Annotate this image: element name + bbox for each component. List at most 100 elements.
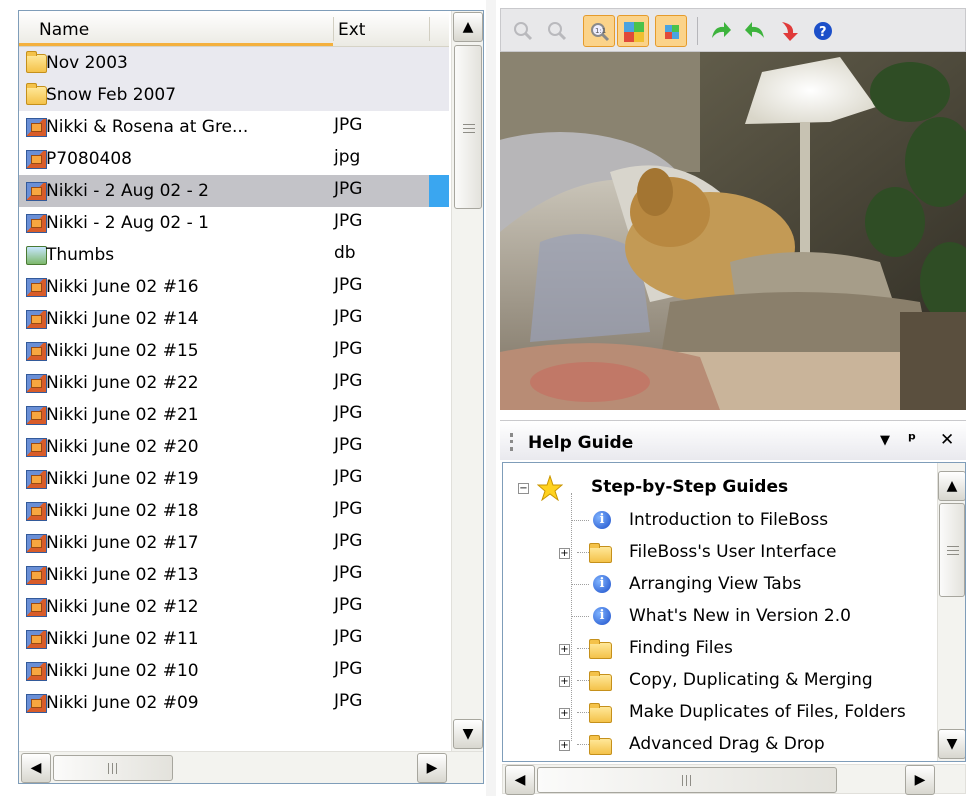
back-button[interactable]: [739, 15, 771, 47]
best-fit-button[interactable]: [655, 15, 687, 47]
list-item[interactable]: Nikki June 02 #10 JPG: [19, 655, 449, 687]
list-item[interactable]: Nikki June 02 #20 JPG: [19, 431, 449, 463]
expand-icon[interactable]: +: [559, 740, 570, 751]
file-name: Nikki June 02 #09: [46, 693, 199, 713]
help-horizontal-scrollbar[interactable]: ◀ ▶: [502, 764, 966, 795]
list-item[interactable]: Thumbs db: [19, 239, 449, 271]
file-ext: jpg: [334, 147, 361, 167]
file-name: Nikki June 02 #14: [46, 309, 199, 329]
panel-menu-dropdown-icon[interactable]: ▼: [880, 433, 890, 448]
list-item[interactable]: Nikki June 02 #13 JPG: [19, 559, 449, 591]
scroll-left-button[interactable]: ◀: [21, 753, 51, 783]
collapse-icon[interactable]: −: [518, 483, 529, 494]
tree-item[interactable]: + FileBoss's User Interface: [503, 541, 933, 569]
jpg-file-icon: [26, 342, 47, 361]
folder-icon: [26, 51, 47, 73]
redo-icon: [782, 22, 798, 41]
grip-line: [112, 763, 113, 774]
expand-icon[interactable]: +: [559, 548, 570, 559]
tree-item[interactable]: i Introduction to FileBoss: [503, 509, 933, 537]
file-name: Nikki June 02 #16: [46, 277, 199, 297]
forward-button[interactable]: [705, 15, 737, 47]
actual-size-button[interactable]: 1:1: [583, 15, 615, 47]
scroll-right-button[interactable]: ▶: [417, 753, 447, 783]
scroll-thumb[interactable]: [939, 503, 965, 597]
scroll-down-button[interactable]: ▼: [453, 719, 483, 749]
tree-item[interactable]: + Finding Files: [503, 637, 933, 665]
drag-grip[interactable]: [510, 433, 516, 451]
list-item-selected[interactable]: Nikki - 2 Aug 02 - 2 JPG: [19, 175, 449, 207]
scroll-down-button[interactable]: ▼: [938, 729, 965, 759]
list-item[interactable]: Nikki June 02 #18 JPG: [19, 495, 449, 527]
grip-line: [682, 775, 683, 786]
pin-icon[interactable]: ᵖ: [908, 430, 916, 450]
file-ext: JPG: [334, 403, 363, 423]
file-name: P7080408: [46, 149, 132, 169]
list-item[interactable]: Nikki June 02 #14 JPG: [19, 303, 449, 335]
scroll-thumb[interactable]: [454, 45, 482, 209]
panel-splitter[interactable]: [486, 0, 496, 796]
help-guide-title: Help Guide: [528, 433, 634, 453]
list-item[interactable]: Nikki - 2 Aug 02 - 1 JPG: [19, 207, 449, 239]
redo-button[interactable]: [773, 15, 805, 47]
folder-icon: [589, 703, 612, 723]
list-item[interactable]: Nikki & Rosena at Gre... JPG: [19, 111, 449, 143]
list-item[interactable]: Snow Feb 2007: [19, 79, 449, 111]
help-icon: ?: [814, 22, 832, 40]
list-item[interactable]: Nikki June 02 #11 JPG: [19, 623, 449, 655]
expand-icon[interactable]: +: [559, 676, 570, 687]
grip-line: [690, 775, 691, 786]
file-ext: JPG: [334, 467, 363, 487]
file-list-horizontal-scrollbar[interactable]: ◀ ▶: [19, 751, 483, 783]
fit-image-button[interactable]: [617, 15, 649, 47]
folder-icon: [589, 735, 612, 755]
expand-icon[interactable]: +: [559, 644, 570, 655]
file-list-vertical-scrollbar[interactable]: ▲ ▼: [451, 11, 483, 751]
list-item[interactable]: Nikki June 02 #09 JPG: [19, 687, 449, 719]
column-header-name[interactable]: Name: [39, 20, 89, 40]
tree-item[interactable]: + Copy, Duplicating & Merging: [503, 669, 933, 697]
column-divider[interactable]: [429, 17, 430, 41]
list-item[interactable]: Nikki June 02 #21 JPG: [19, 399, 449, 431]
zoom-out-button[interactable]: [541, 15, 573, 47]
grip-line: [463, 128, 475, 129]
list-item[interactable]: Nikki June 02 #16 JPG: [19, 271, 449, 303]
close-icon[interactable]: ✕: [940, 430, 954, 450]
file-list-header: Name Ext: [19, 11, 449, 47]
tree-item-label: Finding Files: [629, 638, 733, 658]
best-fit-icon: [665, 25, 679, 39]
column-divider[interactable]: [333, 17, 334, 41]
file-name: Nikki - 2 Aug 02 - 2: [46, 181, 210, 201]
tree-item[interactable]: + Advanced Drag & Drop: [503, 733, 933, 761]
scroll-thumb[interactable]: [537, 767, 837, 793]
jpg-file-icon: [26, 502, 47, 521]
expand-icon[interactable]: +: [559, 708, 570, 719]
column-header-ext[interactable]: Ext: [338, 20, 365, 40]
toolbar-separator: [697, 17, 698, 45]
scroll-thumb[interactable]: [53, 755, 173, 781]
list-item[interactable]: Nikki June 02 #12 JPG: [19, 591, 449, 623]
list-item[interactable]: Nikki June 02 #19 JPG: [19, 463, 449, 495]
scroll-right-button[interactable]: ▶: [905, 765, 935, 795]
scroll-up-button[interactable]: ▲: [453, 12, 483, 42]
tree-root-node[interactable]: − Step-by-Step Guides: [503, 475, 933, 503]
tree-item[interactable]: i Arranging View Tabs: [503, 573, 933, 601]
help-vertical-scrollbar[interactable]: ▲ ▼: [937, 463, 965, 761]
scroll-left-button[interactable]: ◀: [505, 765, 535, 795]
image-preview: [500, 52, 966, 410]
grip-line: [686, 775, 687, 786]
jpg-file-icon: [26, 470, 47, 489]
list-item[interactable]: Nikki June 02 #15 JPG: [19, 335, 449, 367]
scroll-up-button[interactable]: ▲: [938, 471, 965, 501]
list-item[interactable]: Nikki June 02 #17 JPG: [19, 527, 449, 559]
sort-indicator: [19, 43, 333, 46]
tree-item[interactable]: + Make Duplicates of Files, Folders: [503, 701, 933, 729]
help-button[interactable]: ?: [807, 15, 839, 47]
tree-item[interactable]: i What's New in Version 2.0: [503, 605, 933, 633]
file-name: Nikki - 2 Aug 02 - 1: [46, 213, 210, 233]
list-item[interactable]: Nikki June 02 #22 JPG: [19, 367, 449, 399]
list-item[interactable]: Nov 2003: [19, 47, 449, 79]
list-item[interactable]: P7080408 jpg: [19, 143, 449, 175]
tree-item-label: Introduction to FileBoss: [629, 510, 829, 530]
zoom-in-button[interactable]: [507, 15, 539, 47]
